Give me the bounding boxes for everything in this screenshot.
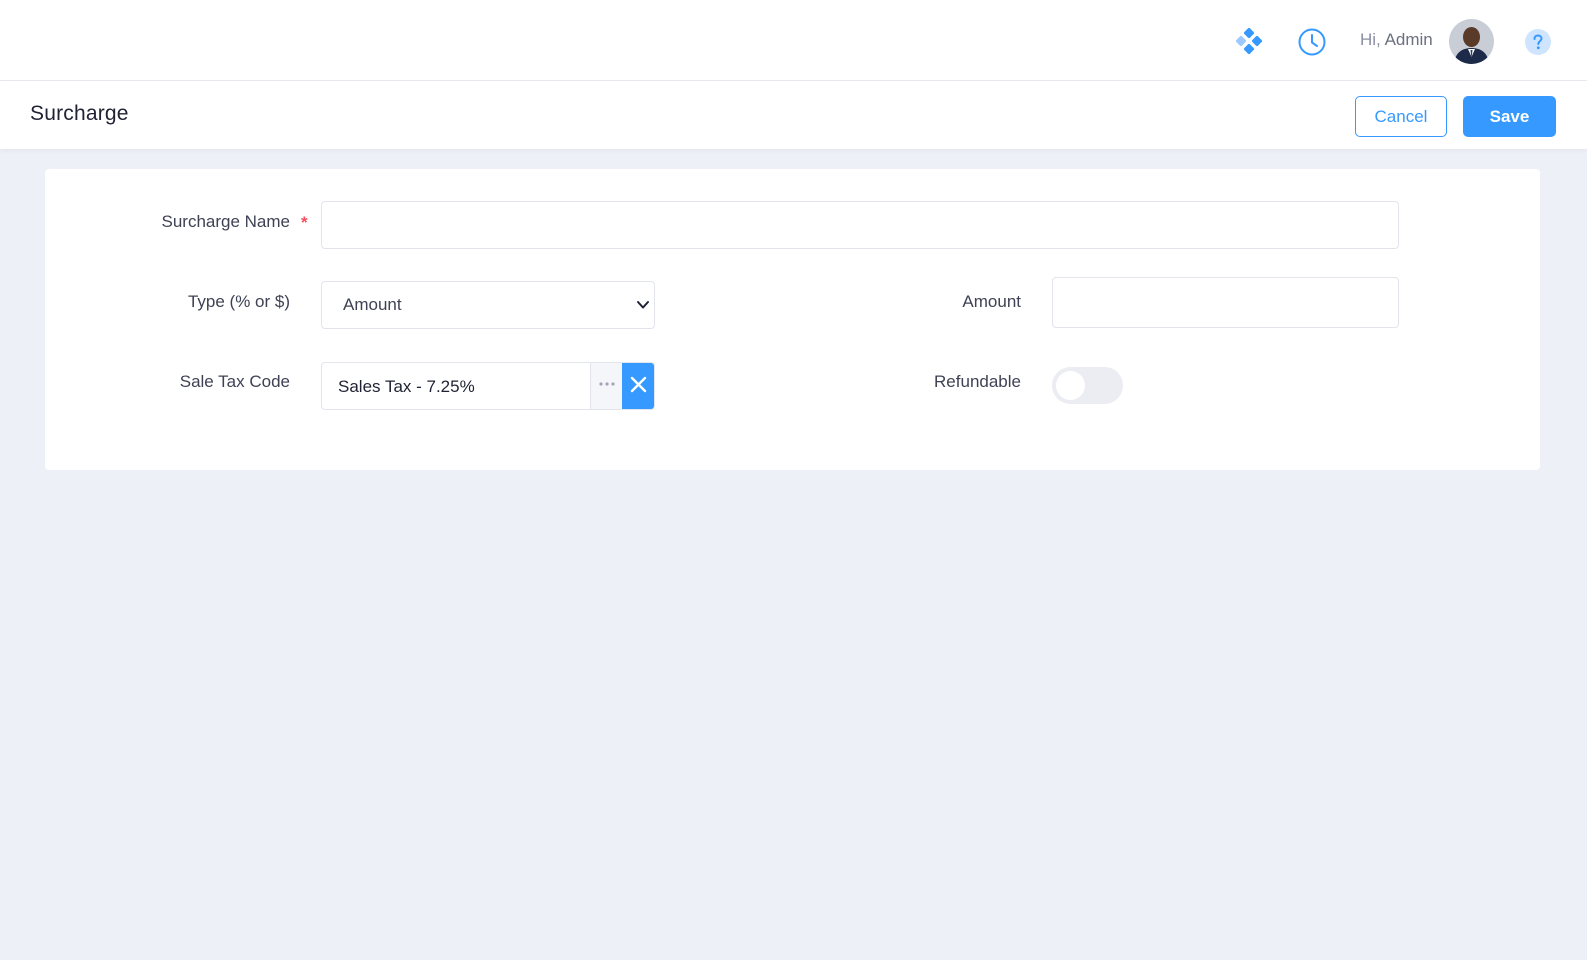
refundable-toggle[interactable] xyxy=(1052,367,1123,404)
surcharge-form-card: Surcharge Name * Type (% or $) Amount Am… xyxy=(45,169,1540,470)
greeting: Hi, Admin xyxy=(1360,28,1433,52)
more-options-button[interactable] xyxy=(590,363,622,409)
page-toolbar: Surcharge Cancel Save xyxy=(0,81,1587,149)
save-button[interactable]: Save xyxy=(1463,96,1556,137)
apps-icon[interactable] xyxy=(1236,28,1262,54)
sale-tax-code-label: Sale Tax Code xyxy=(179,372,290,391)
required-indicator: * xyxy=(301,213,308,232)
page-title: Surcharge xyxy=(30,102,129,125)
avatar-image xyxy=(1449,19,1494,64)
chevron-down-icon xyxy=(637,301,649,309)
type-label: Type (% or $) xyxy=(187,292,290,311)
surcharge-name-label: Surcharge Name xyxy=(161,212,290,231)
amount-input[interactable] xyxy=(1052,277,1399,328)
more-horizontal-icon xyxy=(599,382,615,386)
surcharge-name-input[interactable] xyxy=(321,201,1399,249)
amount-label: Amount xyxy=(962,292,1021,311)
greeting-name: Admin xyxy=(1384,30,1433,49)
clear-button[interactable] xyxy=(622,363,654,409)
greeting-prefix: Hi, xyxy=(1360,30,1381,49)
sale-tax-code-value[interactable]: Sales Tax - 7.25% xyxy=(338,377,475,397)
avatar[interactable] xyxy=(1449,19,1494,64)
refundable-label: Refundable xyxy=(934,372,1021,391)
close-icon xyxy=(630,376,647,393)
top-header: Hi, Admin xyxy=(0,0,1587,81)
toggle-knob xyxy=(1056,371,1085,400)
type-select-value: Amount xyxy=(343,295,402,314)
sale-tax-code-lookup: Sales Tax - 7.25% xyxy=(321,362,655,410)
cancel-button[interactable]: Cancel xyxy=(1355,96,1447,137)
type-select[interactable]: Amount xyxy=(321,281,655,329)
history-clock-icon[interactable] xyxy=(1298,28,1326,56)
help-icon[interactable] xyxy=(1524,28,1552,56)
